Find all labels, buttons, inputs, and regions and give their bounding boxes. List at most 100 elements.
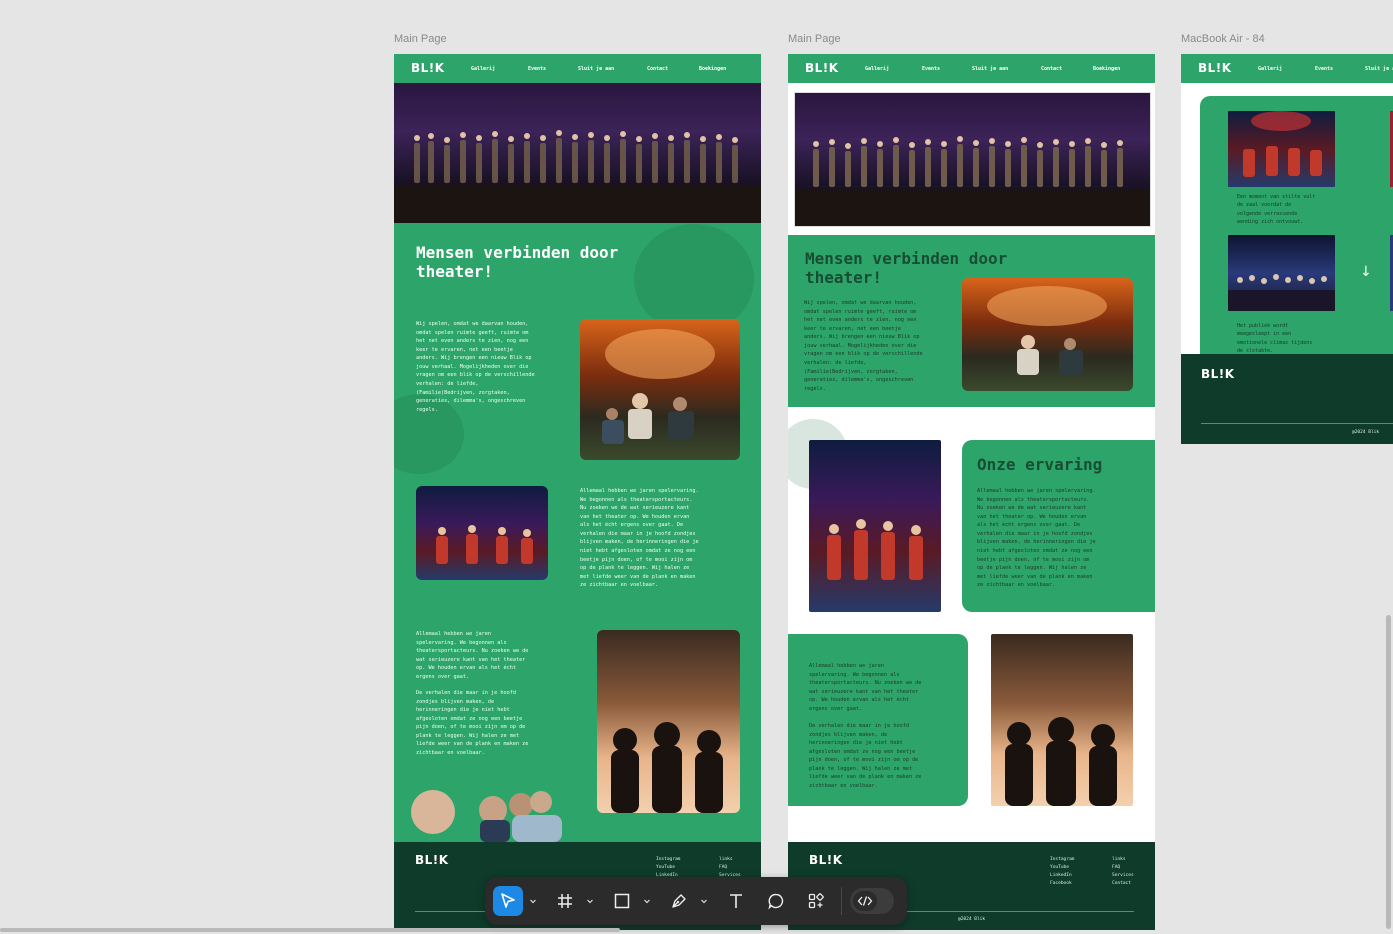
footer-link-contact[interactable]: Contact <box>1112 881 1131 886</box>
move-tool-button[interactable] <box>493 886 523 916</box>
footer-link-faq[interactable]: FAQ <box>1112 865 1120 870</box>
nav-item-events[interactable]: Events <box>528 66 546 72</box>
text-icon <box>730 894 742 908</box>
audience-silhouette-photo <box>991 634 1133 806</box>
comment-tool-button[interactable] <box>761 886 791 916</box>
nav-item-events[interactable]: Events <box>922 66 940 72</box>
experience-card: Onze ervaring Allemaal hebben we jaren s… <box>962 440 1155 612</box>
experience-detail-card: Allemaal hebben we jaren spelervaring. W… <box>788 634 968 806</box>
frame-main-page-b[interactable]: BL!K Gallerij Events Sluit je aan Contac… <box>788 54 1155 930</box>
footer-copyright: @2024 Blik <box>1352 430 1380 435</box>
components-icon <box>808 893 824 909</box>
experience-text: Allemaal hebben we jaren spelervaring. W… <box>977 488 1096 589</box>
frame-tool-button[interactable] <box>550 886 580 916</box>
hero-stage-photo <box>794 92 1151 227</box>
nav-item-sluit-je-aan[interactable]: Sluit je aan <box>1365 66 1393 72</box>
festival-photo <box>962 278 1133 391</box>
chevron-down-icon[interactable] <box>586 897 594 905</box>
footer-link-faq[interactable]: FAQ <box>719 865 727 870</box>
frame-label-main-page-2[interactable]: Main Page <box>788 33 841 45</box>
paint-splash-decoration <box>634 224 754 334</box>
stage-play-photo <box>809 440 941 612</box>
chevron-down-icon[interactable] <box>700 897 708 905</box>
footer-copyright: @2024 Blik <box>958 917 986 922</box>
comment-icon <box>768 893 784 910</box>
nav-item-gallerij[interactable]: Gallerij <box>1258 66 1282 72</box>
nav-bar: BL!K Gallerij Events Sluit je aan <box>1181 54 1393 83</box>
experience-text: Allemaal hebben we jaren spelervaring. W… <box>580 488 699 589</box>
footer-link-instagram[interactable]: Instagram <box>656 857 680 862</box>
nav-item-contact[interactable]: Contact <box>647 66 668 72</box>
hero-headline-line-1: Mensen verbinden door <box>805 249 1008 268</box>
footer-link-instagram[interactable]: Instagram <box>1050 857 1074 862</box>
footer-logo[interactable]: BL!K <box>1201 367 1235 381</box>
hero-stage-photo <box>394 83 761 223</box>
footer-link-links[interactable]: links <box>1112 857 1126 862</box>
toolbar-divider <box>841 887 842 915</box>
hero-headline-line-2: theater! <box>416 262 494 282</box>
nav-bar: BL!K Gallerij Events Sluit je aan Contac… <box>788 54 1155 83</box>
logo[interactable]: BL!K <box>411 61 445 75</box>
festival-photo <box>580 319 740 460</box>
gallery-photo-1[interactable] <box>1228 111 1335 187</box>
chevron-down-icon[interactable] <box>529 897 537 905</box>
hero-intro-text: Wij spelen, omdat we daarvan houden, omd… <box>416 321 535 413</box>
footer-link-facebook[interactable]: Facebook <box>1050 881 1072 886</box>
intro-section: Mensen verbinden door theater! Wij spele… <box>788 235 1155 407</box>
experience-text-part-1: Allemaal hebben we jaren spelervaring. W… <box>809 663 922 712</box>
nav-item-gallerij[interactable]: Gallerij <box>471 66 495 72</box>
team-portrait-photo <box>408 780 583 842</box>
footer-link-links[interactable]: links <box>719 857 733 862</box>
gallery-card: Een moment van stilte vult de zaal voord… <box>1200 96 1393 354</box>
footer-logo[interactable]: BL!K <box>809 853 843 867</box>
gallery-caption-1: Een moment van stilte vult de zaal voord… <box>1237 194 1316 225</box>
nav-item-contact[interactable]: Contact <box>1041 66 1062 72</box>
gallery-caption-2: Het publiek wordt meegesleept in een emo… <box>1237 323 1313 354</box>
pen-icon <box>672 894 686 908</box>
nav-item-sluit-je-aan[interactable]: Sluit je aan <box>578 66 614 72</box>
stage-play-photo <box>416 486 548 580</box>
text-tool-button[interactable] <box>721 886 751 916</box>
hero-headline: Mensen verbinden door theater! <box>416 243 618 281</box>
frame-icon <box>558 894 572 908</box>
audience-silhouette-photo <box>597 630 740 813</box>
bottom-toolbar <box>485 877 907 925</box>
vertical-scrollbar[interactable] <box>1386 615 1391 929</box>
nav-item-boekingen[interactable]: Boekingen <box>1093 66 1120 72</box>
rectangle-icon <box>614 893 630 909</box>
nav-item-sluit-je-aan[interactable]: Sluit je aan <box>972 66 1008 72</box>
chevron-down-icon[interactable] <box>643 897 651 905</box>
experience-text-part-2: De verhalen die maar in je hoofd zondjes… <box>809 723 922 790</box>
footer-link-linkedin[interactable]: LinkedIn <box>1050 873 1072 878</box>
horizontal-scrollbar[interactable] <box>0 928 620 932</box>
experience-title: Onze ervaring <box>977 455 1103 474</box>
experience-text-part-1: Allemaal hebben we jaren spelervaring. W… <box>416 631 529 680</box>
footer-divider <box>1201 423 1393 424</box>
hero-headline-line-1: Mensen verbinden door <box>416 243 619 262</box>
code-icon <box>857 896 873 906</box>
components-tool-button[interactable] <box>801 886 831 916</box>
nav-item-gallerij[interactable]: Gallerij <box>865 66 889 72</box>
frame-label-main-page-1[interactable]: Main Page <box>394 33 447 45</box>
footer-link-services[interactable]: Services <box>1112 873 1134 878</box>
gallery-photo-2[interactable] <box>1228 235 1335 311</box>
nav-item-events[interactable]: Events <box>1315 66 1333 72</box>
rectangle-tool-button[interactable] <box>607 886 637 916</box>
frame-main-page-a[interactable]: BL!K Gallerij Events Sluit je aan Contac… <box>394 54 761 930</box>
nav-bar: BL!K Gallerij Events Sluit je aan Contac… <box>394 54 761 83</box>
pen-tool-button[interactable] <box>664 886 694 916</box>
frame-label-macbook-air[interactable]: MacBook Air - 84 <box>1181 33 1265 45</box>
footer-logo[interactable]: BL!K <box>415 853 449 867</box>
footer-link-youtube[interactable]: YouTube <box>1050 865 1069 870</box>
frame-macbook-air[interactable]: BL!K Gallerij Events Sluit je aan Een mo… <box>1181 54 1393 444</box>
dev-mode-knob <box>853 891 877 911</box>
arrow-down-icon[interactable]: ↓ <box>1360 264 1372 280</box>
footer-link-youtube[interactable]: YouTube <box>656 865 675 870</box>
nav-item-boekingen[interactable]: Boekingen <box>699 66 726 72</box>
dev-mode-toggle[interactable] <box>850 888 894 914</box>
logo[interactable]: BL!K <box>805 61 839 75</box>
cursor-icon <box>501 893 515 908</box>
experience-text-part-2: De verhalen die maar in je hoofd zondjes… <box>416 690 529 757</box>
logo[interactable]: BL!K <box>1198 61 1232 75</box>
gallery-section: Een moment van stilte vult de zaal voord… <box>1181 83 1393 354</box>
